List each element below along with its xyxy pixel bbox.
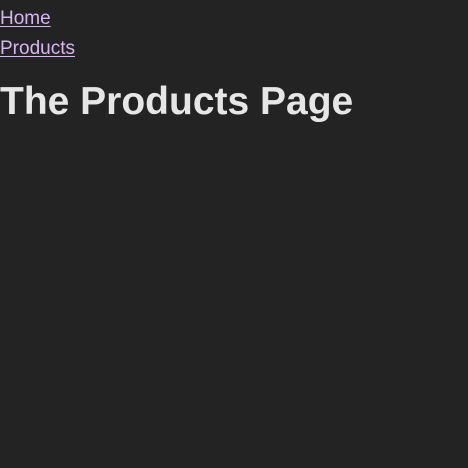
site-navigation: Home Products bbox=[0, 4, 468, 64]
nav-link-products[interactable]: Products bbox=[0, 34, 468, 64]
nav-link-home[interactable]: Home bbox=[0, 4, 468, 34]
page-title: The Products Page bbox=[0, 80, 354, 123]
